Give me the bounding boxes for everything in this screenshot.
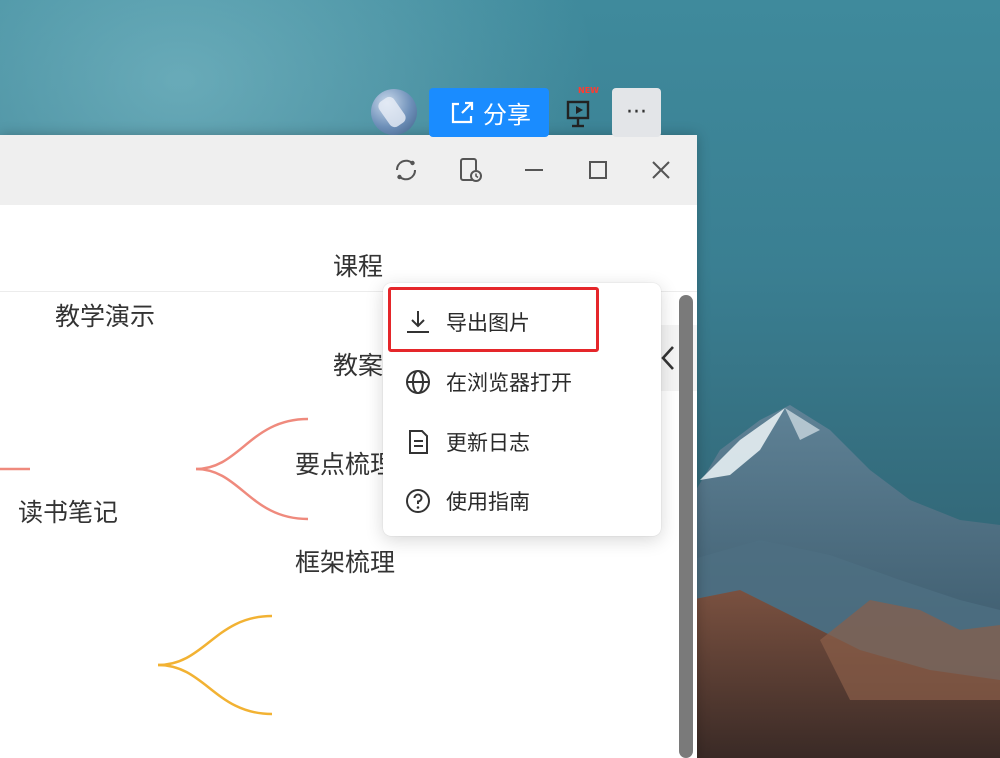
node-key-points[interactable]: 要点梳理 [295,445,395,481]
minimize-button[interactable] [516,152,552,188]
connector-teaching-course [195,417,309,471]
node-framework[interactable]: 框架梳理 [295,543,395,579]
share-icon [451,101,474,123]
maximize-icon [589,161,607,179]
connector-teaching-lessonplan [195,467,309,521]
menu-item-label: 使用指南 [446,490,530,514]
presentation-icon [566,100,590,128]
sync-icon [395,159,417,181]
node-teaching-demo[interactable]: 教学演示 [55,297,155,333]
connector-reading-framework [157,663,273,716]
close-button[interactable] [643,152,679,188]
share-label: 分享 [483,101,531,129]
menu-item-label: 在浏览器打开 [446,371,572,395]
node-lesson-plan[interactable]: 教案 [333,346,383,382]
node-course[interactable]: 课程 [333,247,383,283]
share-button[interactable]: 分享 [429,88,549,137]
minimize-icon [525,169,543,171]
close-icon [652,161,670,179]
document-icon [403,427,433,457]
user-avatar[interactable] [371,89,417,135]
menu-item-label: 更新日志 [446,431,530,455]
node-reading-notes[interactable]: 读书笔记 [18,493,118,529]
menu-item-user-guide[interactable]: 使用指南 [383,473,661,529]
vertical-scrollbar[interactable] [679,295,693,758]
new-badge: NEW [578,86,599,95]
help-circle-icon [403,486,433,516]
menu-item-open-in-browser[interactable]: 在浏览器打开 [383,354,661,410]
window-titlebar [0,135,697,205]
history-button[interactable] [452,152,488,188]
maximize-button[interactable] [580,152,616,188]
globe-icon [403,367,433,397]
menu-item-changelog[interactable]: 更新日志 [383,414,661,470]
more-options-button[interactable]: ··· [612,88,661,137]
highlight-annotation-box [388,287,599,352]
file-history-icon [460,158,482,182]
sync-button[interactable] [388,152,424,188]
connector-reading-keypoints [157,614,273,667]
presentation-button[interactable]: NEW [560,86,604,134]
